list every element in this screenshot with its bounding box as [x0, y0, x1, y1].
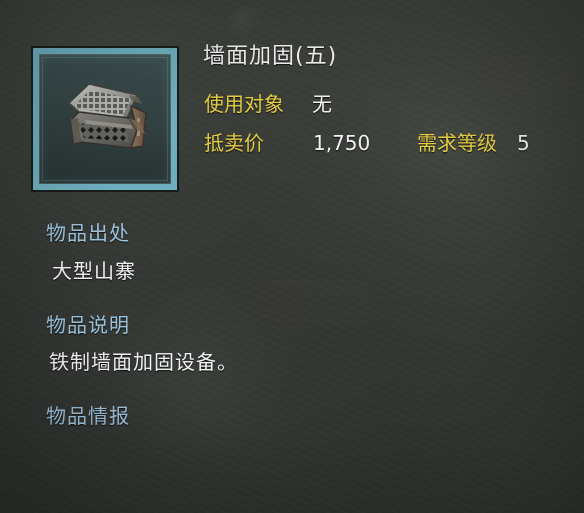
background-seal-icon [228, 6, 266, 44]
item-source-value: 大型山寨 [52, 259, 136, 283]
item-description-title: 物品说明 [46, 313, 130, 337]
wall-reinforcement-equipment-icon [67, 83, 147, 149]
background-stamp-icon [267, 280, 367, 322]
item-description-value: 铁制墙面加固设备。 [49, 350, 238, 374]
item-icon-frame [33, 48, 177, 190]
item-source-title: 物品出处 [46, 221, 130, 245]
sell-price-value: 1,750 [313, 131, 371, 155]
required-level-value: 5 [517, 131, 530, 155]
background-stamp-icon [490, 56, 576, 94]
item-tooltip-panel: 墙面加固(五) 使用对象 无 抵卖价 1,750 需求等级 5 物品出处 大型山… [0, 0, 584, 513]
required-level-label: 需求等级 [417, 131, 497, 155]
item-intel-title: 物品情报 [46, 404, 130, 428]
sell-price-label: 抵卖价 [204, 131, 264, 155]
use-target-value: 无 [312, 92, 332, 116]
item-title: 墙面加固(五) [203, 44, 338, 69]
use-target-label: 使用对象 [204, 92, 284, 116]
